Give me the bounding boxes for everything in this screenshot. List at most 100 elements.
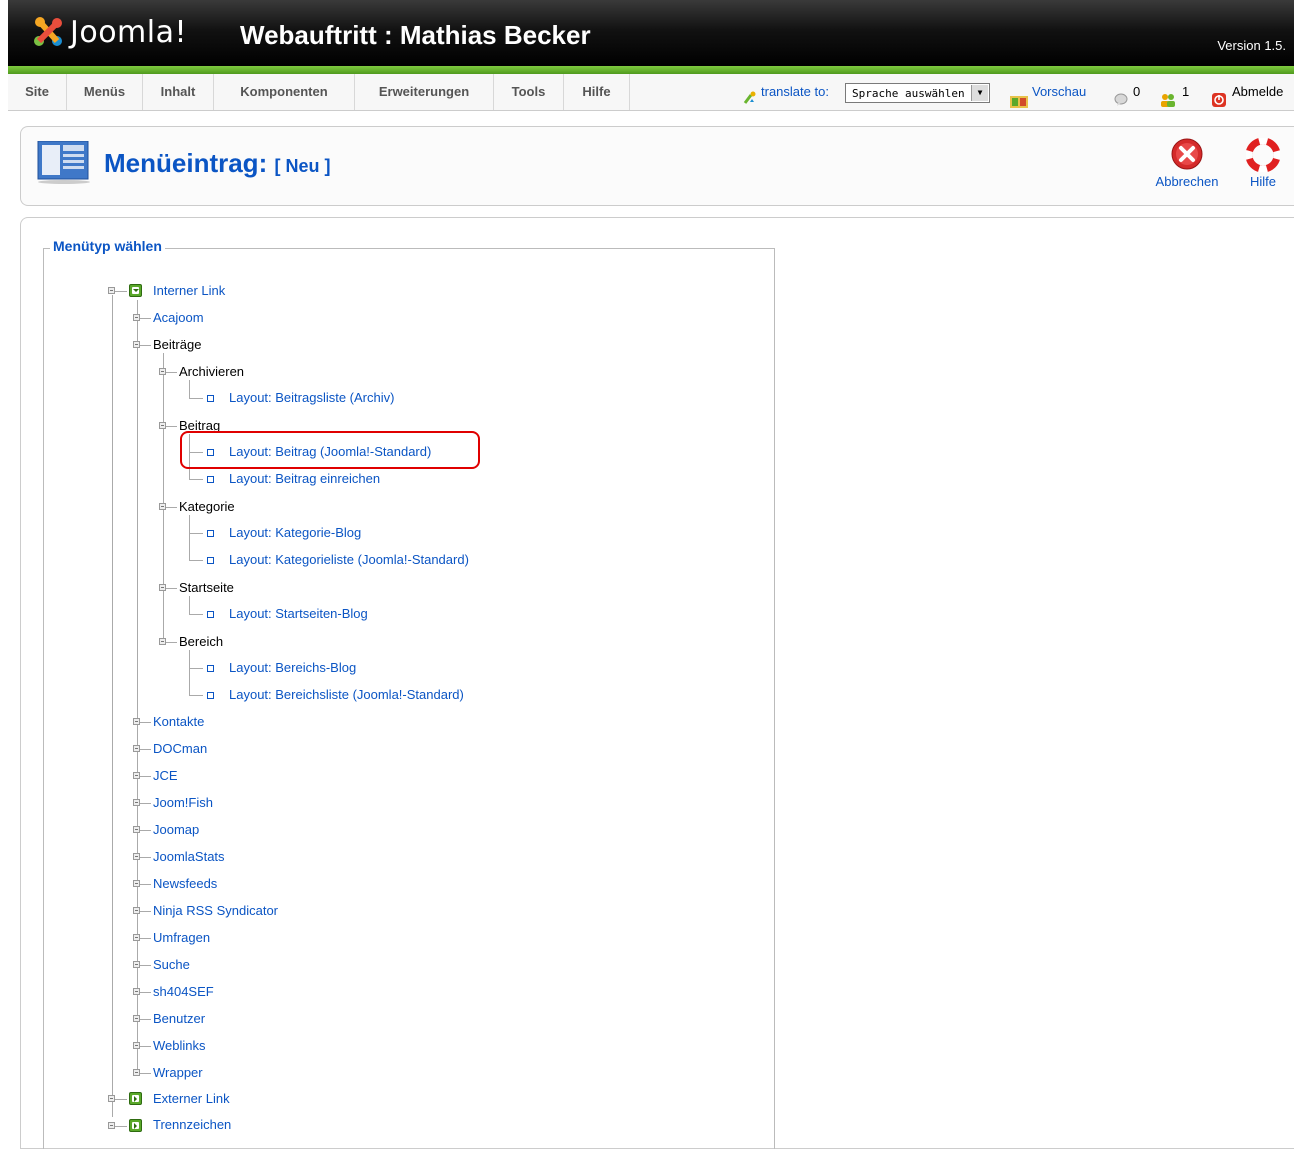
tree-component[interactable]: sh404SEF — [153, 984, 214, 1000]
tree-toggle[interactable] — [133, 772, 140, 779]
tree-separator[interactable]: Trennzeichen — [153, 1117, 231, 1133]
tree-component[interactable]: Joomap — [153, 822, 199, 838]
layout-bullet-icon — [207, 530, 214, 537]
tree-external-link[interactable]: Externer Link — [153, 1091, 230, 1107]
menu-tools[interactable]: Tools — [494, 74, 564, 110]
tree-toggle[interactable] — [133, 880, 140, 887]
tree-line — [189, 560, 203, 561]
help-label: Hilfe — [1249, 174, 1276, 189]
tree-layout-beitrag-einreichen[interactable]: Layout: Beitrag einreichen — [229, 471, 380, 487]
translate-to-label[interactable]: translate to: — [761, 74, 829, 110]
tree-line — [140, 1073, 151, 1074]
tree-line — [189, 533, 203, 534]
tree-layout-bereichs-blog[interactable]: Layout: Bereichs-Blog — [229, 660, 356, 676]
tree-layout-startseiten-blog[interactable]: Layout: Startseiten-Blog — [229, 606, 368, 622]
tree-toggle[interactable] — [108, 1122, 115, 1129]
tree-line — [189, 596, 190, 614]
tree-toggle[interactable] — [159, 368, 166, 375]
header-bar — [8, 0, 1294, 66]
tree-toggle[interactable] — [133, 826, 140, 833]
site-title: Webauftritt : Mathias Becker — [240, 20, 591, 50]
tree-toggle[interactable] — [159, 584, 166, 591]
tree-toggle[interactable] — [133, 853, 140, 860]
tree-component[interactable]: Suche — [153, 957, 190, 973]
help-button[interactable]: Hilfe — [1240, 137, 1286, 189]
tree-toggle[interactable] — [159, 503, 166, 510]
cancel-button[interactable]: Abbrechen — [1150, 138, 1224, 189]
menu-extensions[interactable]: Erweiterungen — [355, 74, 494, 110]
tree-toggle[interactable] — [133, 799, 140, 806]
tree-line — [166, 426, 177, 427]
tree-component[interactable]: Umfragen — [153, 930, 210, 946]
tree-component[interactable]: Joom!Fish — [153, 795, 213, 811]
tree-toggle[interactable] — [108, 287, 115, 294]
external-link-icon — [129, 1092, 142, 1105]
tree-layout-bereichsliste[interactable]: Layout: Bereichsliste (Joomla!-Standard) — [229, 687, 464, 703]
tree-toggle[interactable] — [133, 718, 140, 725]
translate-widget: translate to: — [742, 74, 829, 110]
cancel-icon — [1171, 138, 1203, 170]
menu-help[interactable]: Hilfe — [564, 74, 630, 110]
page-title: Menüeintrag: [ Neu ] — [104, 148, 330, 179]
tree-line — [189, 614, 203, 615]
joomla-logo: Joomla! — [30, 14, 187, 50]
tree-component[interactable]: Benutzer — [153, 1011, 205, 1027]
tree-toggle[interactable] — [133, 341, 140, 348]
tree-toggle[interactable] — [133, 745, 140, 752]
layout-bullet-icon — [207, 692, 214, 699]
preview-icon — [1010, 86, 1028, 108]
tree-toggle[interactable] — [133, 934, 140, 941]
tree-toggle[interactable] — [108, 1095, 115, 1102]
tree-line — [140, 830, 151, 831]
tree-line — [166, 642, 177, 643]
menu-content[interactable]: Inhalt — [143, 74, 214, 110]
preview-label: Vorschau — [1032, 84, 1087, 99]
language-select[interactable]: Sprache auswählen ▼ — [845, 83, 990, 103]
separator-icon — [129, 1119, 142, 1132]
tree-component[interactable]: Ninja RSS Syndicator — [153, 903, 278, 919]
tree-bereich: Bereich — [179, 634, 224, 649]
tree-toggle[interactable] — [133, 1042, 140, 1049]
menu-site[interactable]: Site — [8, 74, 67, 110]
tree-component[interactable]: JCE — [153, 768, 178, 784]
tree-component[interactable]: Newsfeeds — [153, 876, 217, 892]
tree-line — [137, 300, 138, 1074]
tree-toggle[interactable] — [133, 988, 140, 995]
tree-layout-archiv[interactable]: Layout: Beitragsliste (Archiv) — [229, 390, 394, 406]
users-counter[interactable]: 1 — [1160, 74, 1189, 110]
tree-toggle[interactable] — [133, 1015, 140, 1022]
tree-line — [140, 857, 151, 858]
tree-line — [166, 588, 177, 589]
tree-line — [140, 1046, 151, 1047]
tree-toggle[interactable] — [133, 314, 140, 321]
logout-link[interactable]: Abmelde — [1212, 74, 1283, 110]
tree-component[interactable]: DOCman — [153, 741, 207, 757]
tree-toggle[interactable] — [159, 422, 166, 429]
tree-toggle[interactable] — [159, 638, 166, 645]
tree-toggle[interactable] — [133, 961, 140, 968]
tree-layout-kategorie-liste[interactable]: Layout: Kategorieliste (Joomla!-Standard… — [229, 552, 469, 568]
chevron-down-icon: ▼ — [971, 85, 988, 101]
tree-component[interactable]: Kontakte — [153, 714, 204, 730]
tree-startseite: Startseite — [179, 580, 234, 595]
tree-line — [189, 398, 203, 399]
tree-layout-kategorie-blog[interactable]: Layout: Kategorie-Blog — [229, 525, 361, 541]
tree-toggle[interactable] — [133, 1069, 140, 1076]
tree-component[interactable]: JoomlaStats — [153, 849, 225, 865]
messages-icon — [1114, 85, 1128, 106]
layout-bullet-icon — [207, 611, 214, 618]
tree-beitraege: Beiträge — [153, 337, 202, 352]
menu-components[interactable]: Komponenten — [214, 74, 355, 110]
tree-toggle[interactable] — [133, 907, 140, 914]
tree-line — [140, 803, 151, 804]
tree-internal-link[interactable]: Interner Link — [153, 283, 225, 299]
messages-counter[interactable]: 0 — [1114, 74, 1140, 110]
tree-acajoom[interactable]: Acajoom — [153, 310, 204, 326]
tree-component[interactable]: Wrapper — [153, 1065, 203, 1081]
tree-component[interactable]: Weblinks — [153, 1038, 206, 1054]
tree-line — [189, 650, 190, 695]
users-icon — [1160, 85, 1176, 107]
tree-line — [140, 1019, 151, 1020]
preview-link[interactable]: Vorschau — [1010, 74, 1086, 110]
menu-menus[interactable]: Menüs — [67, 74, 143, 110]
